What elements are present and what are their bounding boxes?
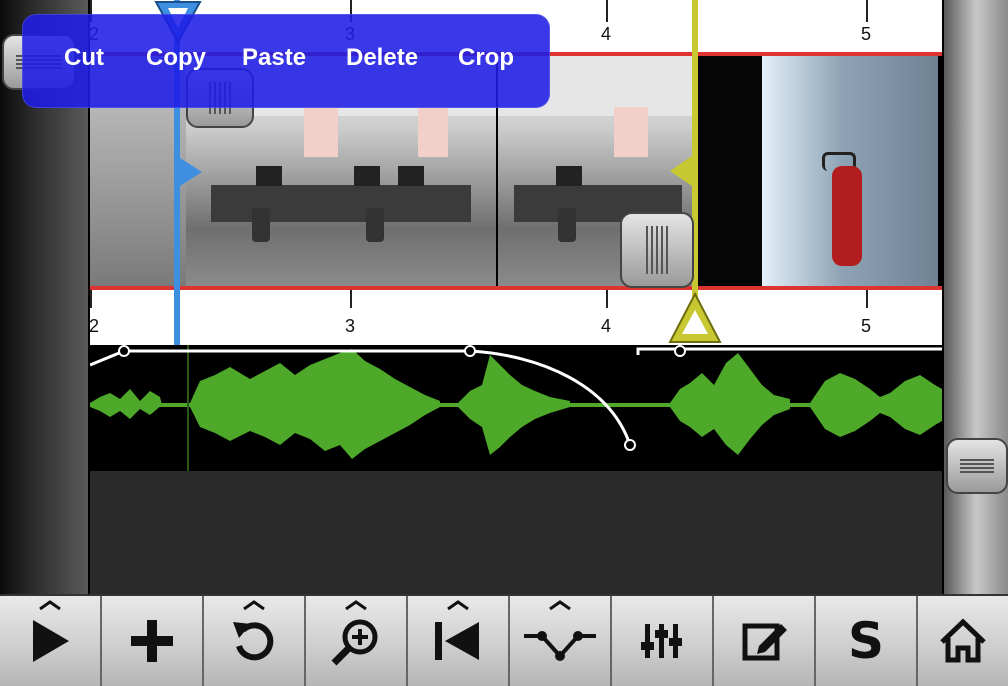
copy-button[interactable]: Copy [146, 44, 206, 72]
playhead-bottom-handle[interactable] [668, 292, 722, 344]
delete-button[interactable]: Delete [346, 44, 418, 72]
zoom-in-icon [331, 619, 378, 666]
undo-icon [233, 622, 274, 661]
home-button[interactable] [918, 596, 1008, 686]
cut-button[interactable]: Cut [64, 44, 104, 72]
bottom-toolbar: S [0, 594, 1008, 686]
bottom-time-ruler: 2 3 4 5 [88, 290, 942, 345]
envelope-node-icon [524, 631, 596, 661]
edit-button[interactable] [714, 596, 816, 686]
envelope-node[interactable] [624, 439, 636, 451]
ruler-label-3-bottom: 3 [344, 316, 356, 336]
envelope-node[interactable] [464, 345, 476, 357]
video-clip-gap [698, 56, 762, 286]
play-icon [33, 620, 69, 662]
caret-up-icon [243, 600, 265, 610]
empty-track-area [90, 471, 942, 594]
envelope-button[interactable] [510, 596, 612, 686]
ruler-label-4: 4 [600, 24, 612, 44]
mixer-sliders-icon [641, 624, 682, 658]
ruler-label-5-bottom: 5 [860, 316, 872, 336]
fire-extinguisher [832, 166, 862, 266]
solo-label: S [847, 612, 884, 670]
video-frame-4 [762, 56, 938, 286]
envelope-node[interactable] [118, 345, 130, 357]
home-icon [940, 618, 986, 663]
play-button[interactable] [0, 596, 102, 686]
skip-to-start-icon [435, 622, 479, 660]
ruler-label-4-bottom: 4 [600, 316, 612, 336]
caret-up-icon [447, 600, 469, 610]
selection-start-side-marker [180, 158, 202, 186]
paste-button[interactable]: Paste [242, 44, 306, 72]
envelope-node[interactable] [674, 345, 686, 357]
plus-icon [131, 620, 173, 662]
ruler-label-2-bottom: 2 [88, 316, 100, 336]
mixer-button[interactable] [612, 596, 714, 686]
caret-up-icon [549, 600, 571, 610]
caret-up-icon [345, 600, 367, 610]
playhead-side-marker [670, 156, 692, 186]
zoom-button[interactable] [306, 596, 408, 686]
ruler-label-5: 5 [860, 24, 872, 44]
edit-pencil-icon [742, 623, 787, 661]
solo-button[interactable]: S [816, 596, 918, 686]
right-scroll-grip[interactable] [946, 438, 1008, 494]
right-side-panel [944, 0, 1008, 594]
undo-button[interactable] [204, 596, 306, 686]
video-trim-grip-right[interactable] [620, 212, 694, 288]
add-button[interactable] [102, 596, 204, 686]
edit-context-menu: Cut Copy Paste Delete Crop [22, 14, 550, 108]
audio-track[interactable] [89, 345, 942, 471]
caret-up-icon [39, 600, 61, 610]
audio-waveform [89, 345, 942, 471]
crop-button[interactable]: Crop [458, 44, 514, 72]
rewind-button[interactable] [408, 596, 510, 686]
